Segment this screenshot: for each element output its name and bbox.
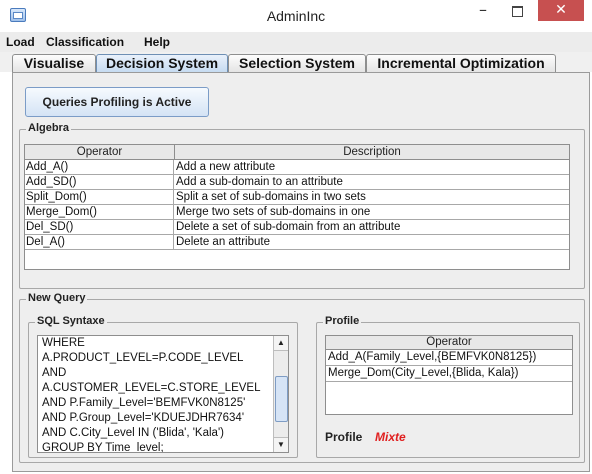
sql-line: WHERE xyxy=(42,337,85,349)
description-cell: Add a sub-domain to an attribute xyxy=(176,176,343,188)
table-row[interactable]: Add_A() Add a new attribute xyxy=(25,160,569,175)
sql-line: A.CUSTOMER_LEVEL=C.STORE_LEVEL xyxy=(42,382,261,394)
table-row[interactable]: Merge_Dom(City_Level,{Blida, Kala}) xyxy=(326,366,572,382)
sql-line: AND P.Group_Level='KDUEJDHR7634' xyxy=(42,412,245,424)
profile-label: Profile xyxy=(325,430,363,444)
table-row[interactable]: Merge_Dom() Merge two sets of sub-domain… xyxy=(25,205,569,220)
maximize-button[interactable] xyxy=(502,0,532,24)
menu-bar: Load Classification Help xyxy=(0,32,592,52)
decision-system-panel: Queries Profiling is Active Algebra Oper… xyxy=(12,72,590,472)
scroll-up-arrow-icon[interactable]: ▲ xyxy=(274,336,288,351)
sql-line: AND C.City_Level IN ('Blida', 'Kala') xyxy=(42,427,224,439)
sql-line: A.PRODUCT_LEVEL=P.CODE_LEVEL xyxy=(42,352,244,364)
scrollbar-thumb[interactable] xyxy=(275,376,288,422)
operator-cell: Add_A(Family_Level,{BEMFVK0N8125}) xyxy=(328,351,537,363)
column-header-description[interactable]: Description xyxy=(175,145,569,160)
scroll-down-arrow-icon[interactable]: ▼ xyxy=(274,437,288,452)
sql-scrollbar[interactable]: ▲ ▼ xyxy=(273,336,288,452)
queries-profiling-button[interactable]: Queries Profiling is Active xyxy=(25,87,209,117)
operator-cell: Del_A() xyxy=(26,235,174,249)
new-query-group: New Query SQL Syntaxe WHERE A.PRODUCT_LE… xyxy=(19,292,585,463)
description-cell: Add a new attribute xyxy=(176,161,276,173)
algebra-group: Algebra Operator Description Add_A() Add… xyxy=(19,122,585,289)
table-row[interactable]: Split_Dom() Split a set of sub-domains i… xyxy=(25,190,569,205)
maximize-icon xyxy=(511,6,523,17)
title-bar: AdminInc – ✕ xyxy=(0,0,592,32)
sql-query-textarea[interactable]: WHERE A.PRODUCT_LEVEL=P.CODE_LEVEL AND A… xyxy=(37,335,289,453)
minimize-button[interactable]: – xyxy=(468,0,498,24)
sql-line: GROUP BY Time_level; xyxy=(42,442,164,453)
sql-line: AND xyxy=(42,367,67,379)
operator-cell: Merge_Dom(City_Level,{Blida, Kala}) xyxy=(328,367,519,379)
table-row[interactable]: Add_SD() Add a sub-domain to an attribut… xyxy=(25,175,569,190)
menu-load[interactable]: Load xyxy=(6,35,35,49)
sql-syntax-title: SQL Syntaxe xyxy=(35,315,107,327)
sql-syntax-group: SQL Syntaxe WHERE A.PRODUCT_LEVEL=P.CODE… xyxy=(28,315,298,458)
tab-visualise[interactable]: Visualise xyxy=(12,54,96,72)
profile-table: Operator Add_A(Family_Level,{BEMFVK0N812… xyxy=(325,335,573,415)
table-row[interactable]: Add_A(Family_Level,{BEMFVK0N8125}) xyxy=(326,350,572,366)
table-row[interactable]: Del_SD() Delete a set of sub-domain from… xyxy=(25,220,569,235)
tab-incremental-optimization[interactable]: Incremental Optimization xyxy=(366,54,556,72)
table-row[interactable]: Del_A() Delete an attribute xyxy=(25,235,569,250)
sql-line: AND P.Family_Level='BEMFVK0N8125' xyxy=(42,397,246,409)
algebra-table: Operator Description Add_A() Add a new a… xyxy=(24,144,570,270)
description-cell: Merge two sets of sub-domains in one xyxy=(176,206,371,218)
close-button[interactable]: ✕ xyxy=(538,0,584,21)
tab-strip: Visualise Decision System Selection Syst… xyxy=(0,52,592,72)
profile-group: Profile Operator Add_A(Family_Level,{BEM… xyxy=(316,315,580,458)
new-query-title: New Query xyxy=(26,292,88,304)
operator-cell: Merge_Dom() xyxy=(26,205,174,219)
operator-cell: Del_SD() xyxy=(26,220,174,234)
operator-cell: Add_SD() xyxy=(26,175,174,189)
profile-type-value: Mixte xyxy=(375,430,406,444)
profile-group-title: Profile xyxy=(323,315,362,327)
description-cell: Delete an attribute xyxy=(176,236,270,248)
description-cell: Split a set of sub-domains in two sets xyxy=(176,191,366,203)
tab-decision-system[interactable]: Decision System xyxy=(96,54,228,72)
tab-selection-system[interactable]: Selection System xyxy=(228,54,366,72)
menu-classification[interactable]: Classification xyxy=(46,35,124,49)
operator-cell: Split_Dom() xyxy=(26,190,174,204)
menu-help[interactable]: Help xyxy=(144,35,170,49)
operator-cell: Add_A() xyxy=(26,160,174,174)
column-header-operator[interactable]: Operator xyxy=(326,336,572,350)
algebra-title: Algebra xyxy=(26,122,71,134)
column-header-operator[interactable]: Operator xyxy=(25,145,175,160)
description-cell: Delete a set of sub-domain from an attri… xyxy=(176,221,401,233)
